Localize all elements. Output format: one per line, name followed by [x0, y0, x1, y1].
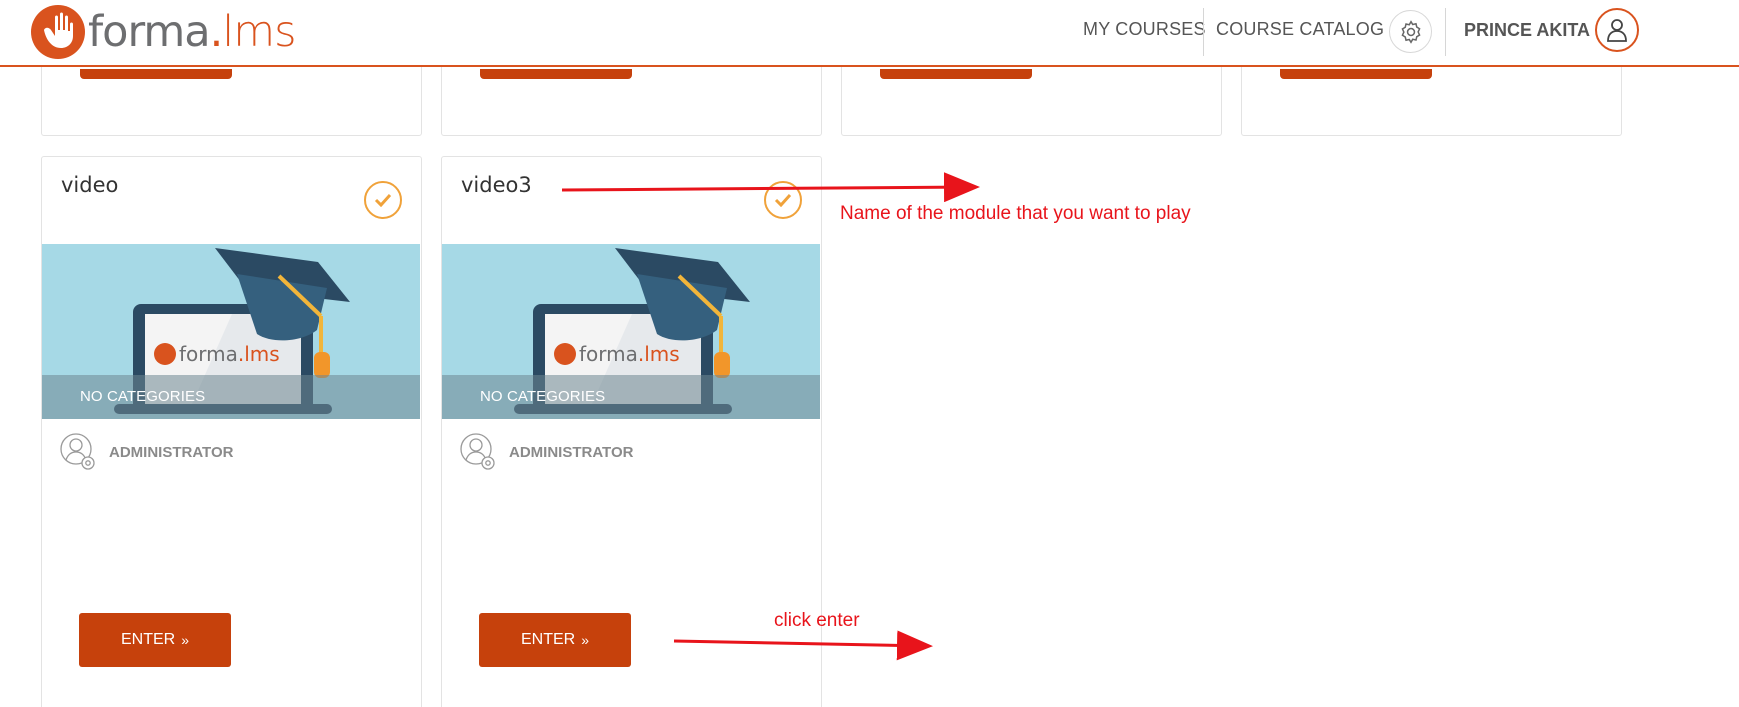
annotation-arrows	[561, 172, 980, 661]
nav-divider	[1203, 8, 1204, 56]
top-header: forma.lms MY COURSES COURSE CATALOG PRIN…	[0, 0, 1739, 67]
user-icon	[1607, 19, 1627, 42]
forma-lms-logo[interactable]: forma.lms	[30, 3, 297, 61]
annotation-module-name: Name of the module that you want to play	[840, 203, 1191, 224]
nav-course-catalog[interactable]: COURSE CATALOG	[1216, 19, 1384, 40]
annotation-arrow-enter	[673, 630, 933, 661]
settings-button[interactable]	[1389, 10, 1432, 53]
gear-icon	[1400, 19, 1421, 44]
nav-my-courses[interactable]: MY COURSES	[1083, 19, 1206, 40]
hand-logo-icon	[31, 5, 85, 59]
nav-divider	[1445, 8, 1446, 56]
logo-text: forma.lms	[88, 6, 297, 57]
user-name[interactable]: PRINCE AKITA	[1464, 20, 1590, 41]
annotation-arrow-module	[561, 172, 980, 203]
annotation-click-enter: click enter	[774, 610, 860, 631]
user-avatar-button[interactable]	[1595, 8, 1639, 52]
